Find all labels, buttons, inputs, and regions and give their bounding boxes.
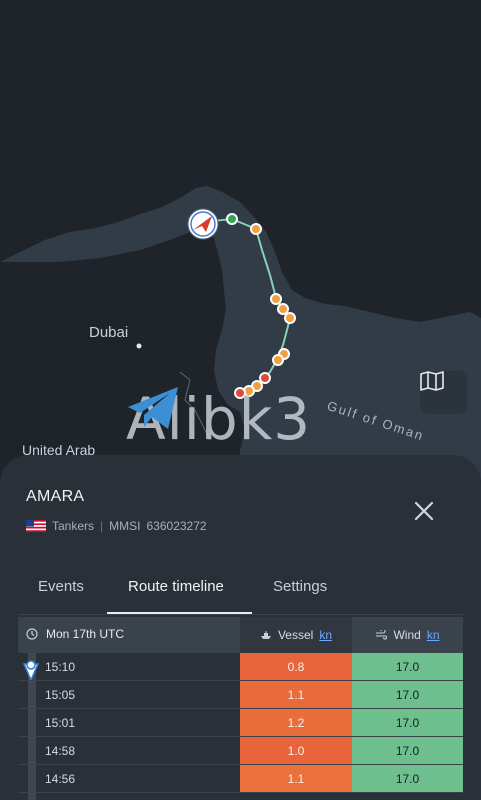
tab-route-timeline[interactable]: Route timeline (128, 578, 224, 595)
row-time: 14:58 (45, 744, 76, 758)
ship-icon (260, 631, 271, 639)
mmsi-value: 636023272 (146, 519, 207, 533)
wind-speed-header: Wind kn (352, 617, 463, 653)
row-wind-speed: 17.0 (352, 765, 463, 792)
row-vessel-speed: 1.0 (240, 737, 352, 764)
table-row[interactable]: 15:05 1.1 17.0 (18, 681, 463, 709)
tabs-divider (18, 614, 463, 615)
close-button[interactable] (408, 495, 440, 527)
row-wind-speed: 17.0 (352, 653, 463, 680)
timeline-table-header: Mon 17th UTC Vessel kn Wind kn (18, 617, 463, 653)
vessel-unit-link[interactable]: kn (319, 628, 332, 642)
timeline-rows: 15:10 0.8 17.0 15:05 1.1 17.0 15:01 1.2 17.0 14:5… (18, 653, 463, 793)
watermark: Alibk3 (126, 385, 311, 453)
row-time: 14:56 (45, 772, 76, 786)
row-wind-speed: 17.0 (352, 681, 463, 708)
flag-icon (26, 520, 46, 532)
row-wind-speed: 17.0 (352, 737, 463, 764)
row-time: 15:01 (45, 716, 76, 730)
table-row[interactable]: 14:58 1.0 17.0 (18, 737, 463, 765)
vessel-meta: Tankers | MMSI 636023272 (26, 519, 207, 533)
vessel-details-sheet: AMARA Tankers | MMSI 636023272 Events Ro… (0, 455, 481, 800)
row-vessel-speed: 1.1 (240, 681, 352, 708)
row-vessel-speed: 0.8 (240, 653, 352, 680)
vessel-type: Tankers (52, 519, 95, 533)
table-row[interactable]: 14:56 1.1 17.0 (18, 765, 463, 793)
tab-settings[interactable]: Settings (273, 578, 327, 595)
table-row[interactable]: 15:01 1.2 17.0 (18, 709, 463, 737)
wind-icon (376, 630, 388, 640)
row-wind-speed: 17.0 (352, 709, 463, 736)
wind-unit-link[interactable]: kn (427, 628, 440, 642)
row-vessel-speed: 1.1 (240, 765, 352, 792)
date-header: Mon 17th UTC (26, 627, 124, 641)
meta-separator: | (100, 519, 104, 533)
vessel-speed-header: Vessel kn (240, 617, 352, 653)
row-time: 15:05 (45, 688, 76, 702)
clock-icon (26, 628, 38, 640)
telegram-icon (128, 387, 178, 429)
table-row[interactable]: 15:10 0.8 17.0 (18, 653, 463, 681)
wind-header-label: Wind (393, 628, 421, 642)
map-layers-button[interactable] (420, 371, 467, 414)
row-time: 15:10 (45, 660, 76, 674)
tabs: Events Route timeline Settings (0, 565, 481, 615)
vessel-name: AMARA (26, 488, 85, 505)
map-icon (420, 371, 444, 391)
tab-events[interactable]: Events (38, 578, 84, 595)
close-icon (414, 501, 434, 521)
map-label-dubai: Dubai (89, 324, 129, 341)
date-header-label: Mon 17th UTC (46, 627, 125, 641)
row-vessel-speed: 1.2 (240, 709, 352, 736)
vessel-header-label: Vessel (277, 628, 314, 642)
vessel-position-icon (187, 208, 219, 240)
map-view[interactable]: Dubai United Arab Gulf of Oman Alibk3 (0, 0, 481, 480)
mmsi-label: MMSI (109, 519, 141, 533)
